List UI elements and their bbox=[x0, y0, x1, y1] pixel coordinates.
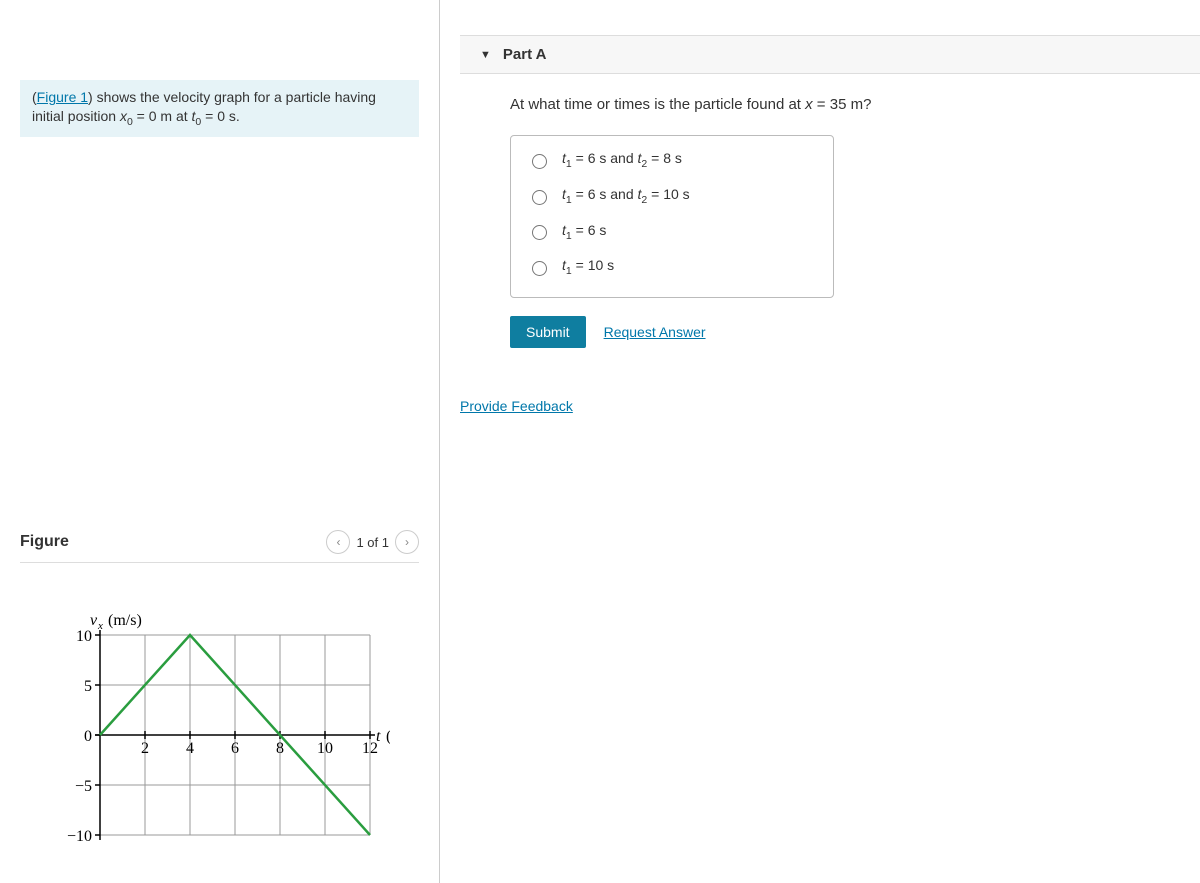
y-axis-label: v bbox=[90, 612, 98, 629]
svg-text:6: 6 bbox=[231, 740, 239, 757]
pager-text: 1 of 1 bbox=[356, 535, 389, 550]
figure-title: Figure bbox=[20, 533, 69, 551]
collapse-caret-icon: ▼ bbox=[480, 49, 491, 61]
question-text: At what time or times is the particle fo… bbox=[460, 74, 1200, 123]
options-box: t1 = 6 s and t2 = 8 s t1 = 6 s and t2 = … bbox=[510, 135, 834, 298]
svg-text:2: 2 bbox=[141, 740, 149, 757]
velocity-chart: v x (m/s) t (s) bbox=[50, 605, 390, 865]
option-3-label: t1 = 6 s bbox=[562, 222, 606, 242]
submit-button[interactable]: Submit bbox=[510, 316, 586, 348]
figure-link[interactable]: Figure 1 bbox=[37, 89, 88, 105]
problem-intro: (Figure 1) shows the velocity graph for … bbox=[20, 80, 419, 137]
svg-text:−10: −10 bbox=[67, 828, 92, 845]
svg-text:8: 8 bbox=[276, 740, 284, 757]
provide-feedback-link[interactable]: Provide Feedback bbox=[460, 398, 573, 414]
pager-next-button[interactable]: › bbox=[395, 530, 419, 554]
option-2[interactable]: t1 = 6 s and t2 = 10 s bbox=[527, 186, 817, 206]
option-2-label: t1 = 6 s and t2 = 10 s bbox=[562, 186, 690, 206]
part-a-label: Part A bbox=[503, 46, 547, 63]
y-axis-unit: (m/s) bbox=[108, 612, 142, 629]
figure-viewport[interactable]: v x (m/s) t (s) bbox=[20, 575, 419, 873]
part-a-header[interactable]: ▼ Part A bbox=[460, 35, 1200, 74]
svg-text:10: 10 bbox=[76, 628, 92, 645]
figure-header: Figure ‹ 1 of 1 › bbox=[20, 530, 419, 563]
svg-text:10: 10 bbox=[317, 740, 333, 757]
option-3-radio[interactable] bbox=[532, 225, 547, 240]
option-1-label: t1 = 6 s and t2 = 8 s bbox=[562, 150, 682, 170]
svg-text:−5: −5 bbox=[75, 778, 92, 795]
option-4[interactable]: t1 = 10 s bbox=[527, 257, 817, 277]
option-4-label: t1 = 10 s bbox=[562, 257, 614, 277]
actions-row: Submit Request Answer bbox=[510, 316, 1200, 348]
request-answer-link[interactable]: Request Answer bbox=[604, 324, 706, 340]
svg-text:0: 0 bbox=[84, 728, 92, 745]
pager-prev-button[interactable]: ‹ bbox=[326, 530, 350, 554]
option-2-radio[interactable] bbox=[532, 190, 547, 205]
svg-text:5: 5 bbox=[84, 678, 92, 695]
option-3[interactable]: t1 = 6 s bbox=[527, 222, 817, 242]
option-1-radio[interactable] bbox=[532, 154, 547, 169]
left-pane: (Figure 1) shows the velocity graph for … bbox=[0, 0, 440, 883]
y-tick-labels: 10 5 0 −5 −10 bbox=[67, 628, 92, 845]
svg-text:4: 4 bbox=[186, 740, 194, 757]
x-tick-labels: 2 4 6 8 10 12 bbox=[141, 740, 378, 757]
option-4-radio[interactable] bbox=[532, 261, 547, 276]
svg-text:12: 12 bbox=[362, 740, 378, 757]
figure-pager: ‹ 1 of 1 › bbox=[326, 530, 419, 554]
option-1[interactable]: t1 = 6 s and t2 = 8 s bbox=[527, 150, 817, 170]
right-pane: ▼ Part A At what time or times is the pa… bbox=[460, 0, 1200, 414]
x-axis-unit: (s) bbox=[386, 728, 390, 745]
